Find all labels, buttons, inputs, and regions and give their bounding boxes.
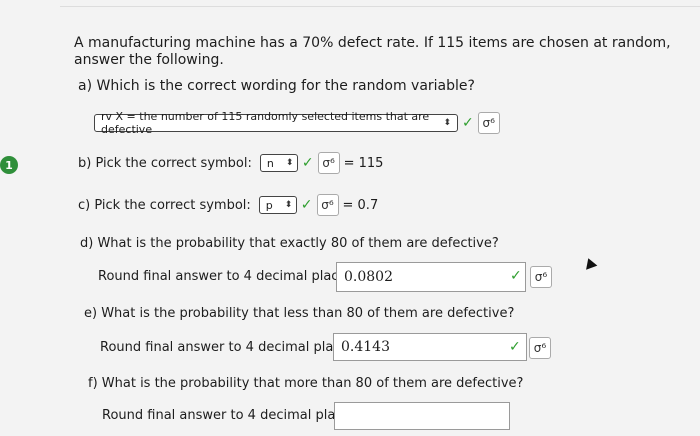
correct-check-icon: ✓ [510, 268, 522, 284]
select-arrow-icon: ⬍ [284, 200, 293, 210]
top-divider [60, 6, 700, 7]
part-a-select[interactable]: rv X = the number of 115 randomly select… [94, 110, 458, 136]
part-e-answer-field[interactable]: 0.4143 [333, 333, 527, 361]
sigma-icon[interactable]: σ⁶ [530, 266, 552, 288]
part-c-select-value: p [265, 198, 273, 212]
correct-check-icon: ✓ [509, 339, 521, 355]
correct-check-icon: ✓ [301, 155, 314, 171]
part-a-select-value: rv X = the number of 115 randomly select… [101, 110, 430, 136]
part-b-select[interactable]: n ⬍ [259, 154, 298, 172]
sigma-icon[interactable]: σ⁶ [317, 152, 340, 174]
part-c-label: c) Pick the correct symbol: [78, 197, 251, 213]
question-prompt: A manufacturing machine has a 70% defect… [74, 35, 671, 68]
sigma-icon[interactable]: σ⁶ [477, 112, 500, 134]
part-e-label: e) What is the probability that less tha… [84, 306, 515, 321]
part-b-select-value: n [266, 156, 274, 170]
part-c-row: c) Pick the correct symbol: p ⬍ ✓ σ⁶ = 0… [78, 194, 378, 216]
part-e-round-label: Round final answer to 4 decimal places. [100, 340, 360, 355]
sigma-icon[interactable]: σ⁶ [316, 194, 339, 216]
part-c-value: = 0.7 [342, 197, 379, 213]
part-d-label: d) What is the probability that exactly … [80, 236, 499, 251]
part-d-round-label: Round final answer to 4 decimal places. [98, 269, 358, 284]
part-f-answer-field[interactable] [334, 402, 510, 430]
part-f-round-label: Round final answer to 4 decimal places. [102, 408, 362, 423]
part-c-select[interactable]: p ⬍ [258, 196, 297, 214]
part-b-row: b) Pick the correct symbol: n ⬍ ✓ σ⁶ = 1… [78, 152, 383, 174]
part-b-value: = 115 [343, 155, 384, 171]
part-d-answer-field[interactable]: 0.0802 [336, 262, 526, 292]
select-arrow-icon: ⬍ [443, 118, 451, 128]
part-f-label: f) What is the probability that more tha… [88, 376, 524, 391]
part-a-row: rv X = the number of 115 randomly select… [94, 110, 500, 136]
correct-check-icon: ✓ [300, 197, 313, 213]
question-number-badge: 1 [0, 156, 18, 174]
sigma-icon[interactable]: σ⁶ [529, 337, 551, 359]
part-a-label: a) Which is the correct wording for the … [78, 78, 475, 94]
select-arrow-icon: ⬍ [285, 158, 294, 168]
correct-check-icon: ✓ [462, 115, 474, 131]
part-b-label: b) Pick the correct symbol: [78, 155, 252, 171]
mouse-cursor-icon [582, 256, 598, 270]
